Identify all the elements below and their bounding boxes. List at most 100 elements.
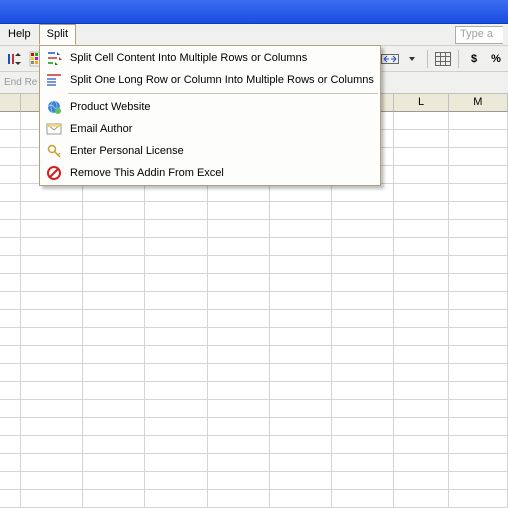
cell[interactable] [83, 436, 145, 454]
cell[interactable] [83, 274, 145, 292]
cell[interactable] [208, 382, 270, 400]
cell[interactable] [449, 346, 508, 364]
cell[interactable] [332, 400, 394, 418]
cell[interactable] [208, 472, 270, 490]
cell[interactable] [0, 256, 21, 274]
cell[interactable] [83, 454, 145, 472]
cell[interactable] [332, 220, 394, 238]
dropdown-arrow-icon[interactable] [402, 49, 422, 69]
cell[interactable] [0, 130, 21, 148]
cell[interactable] [145, 238, 207, 256]
cell[interactable] [83, 400, 145, 418]
cell[interactable] [270, 418, 332, 436]
cell[interactable] [208, 274, 270, 292]
cell[interactable] [270, 454, 332, 472]
cell[interactable] [270, 274, 332, 292]
cell[interactable] [270, 310, 332, 328]
cell[interactable] [21, 490, 83, 508]
cell[interactable] [145, 184, 207, 202]
merge-center-icon[interactable] [380, 49, 400, 69]
cell[interactable] [332, 472, 394, 490]
cell[interactable] [83, 310, 145, 328]
cell[interactable] [394, 166, 448, 184]
cell[interactable] [270, 256, 332, 274]
cell[interactable] [208, 364, 270, 382]
cell[interactable] [394, 310, 448, 328]
cell[interactable] [449, 364, 508, 382]
cell[interactable] [21, 328, 83, 346]
cell[interactable] [83, 184, 145, 202]
cell[interactable] [394, 220, 448, 238]
cell[interactable] [332, 202, 394, 220]
cell[interactable] [394, 454, 448, 472]
cell[interactable] [394, 382, 448, 400]
cell[interactable] [394, 202, 448, 220]
help-search-input[interactable]: Type a [455, 26, 503, 44]
cell[interactable] [332, 364, 394, 382]
cell[interactable] [21, 472, 83, 490]
cell[interactable] [0, 472, 21, 490]
cell[interactable] [0, 220, 21, 238]
cell[interactable] [0, 238, 21, 256]
cell[interactable] [394, 184, 448, 202]
cell[interactable] [208, 238, 270, 256]
cell[interactable] [145, 418, 207, 436]
cell[interactable] [83, 418, 145, 436]
cell[interactable] [208, 220, 270, 238]
cell[interactable] [83, 256, 145, 274]
cell[interactable] [394, 436, 448, 454]
cell[interactable] [0, 346, 21, 364]
cell[interactable] [208, 454, 270, 472]
cell[interactable] [332, 310, 394, 328]
cell[interactable] [270, 292, 332, 310]
cell[interactable] [394, 472, 448, 490]
cell[interactable] [394, 328, 448, 346]
cell[interactable] [83, 220, 145, 238]
cell[interactable] [145, 202, 207, 220]
cell[interactable] [449, 490, 508, 508]
cell[interactable] [270, 364, 332, 382]
cell[interactable] [145, 454, 207, 472]
cell[interactable] [208, 310, 270, 328]
menu-item-split-cell-content[interactable]: Split Cell Content Into Multiple Rows or… [40, 47, 380, 69]
cell[interactable] [208, 202, 270, 220]
cell[interactable] [21, 184, 83, 202]
cell[interactable] [332, 292, 394, 310]
grid-icon[interactable] [433, 49, 453, 69]
cell[interactable] [394, 256, 448, 274]
cell[interactable] [270, 202, 332, 220]
cell[interactable] [208, 256, 270, 274]
cell[interactable] [21, 454, 83, 472]
cell[interactable] [0, 418, 21, 436]
cell[interactable] [449, 220, 508, 238]
menu-item-email-author[interactable]: Email Author [40, 118, 380, 140]
cell[interactable] [449, 310, 508, 328]
cell[interactable] [145, 436, 207, 454]
menu-help[interactable]: Help [0, 24, 39, 45]
cell[interactable] [449, 454, 508, 472]
cell[interactable] [83, 238, 145, 256]
cell[interactable] [394, 418, 448, 436]
cell[interactable] [270, 220, 332, 238]
cell[interactable] [145, 364, 207, 382]
cell[interactable] [394, 274, 448, 292]
cell[interactable] [145, 490, 207, 508]
cell[interactable] [0, 454, 21, 472]
cell[interactable] [0, 364, 21, 382]
cell[interactable] [0, 310, 21, 328]
cell[interactable] [21, 400, 83, 418]
cell[interactable] [83, 382, 145, 400]
cell[interactable] [145, 346, 207, 364]
cell[interactable] [208, 490, 270, 508]
cell[interactable] [332, 382, 394, 400]
cell[interactable] [21, 238, 83, 256]
cell[interactable] [83, 490, 145, 508]
cell[interactable] [270, 184, 332, 202]
cell[interactable] [0, 292, 21, 310]
cell[interactable] [394, 238, 448, 256]
cell[interactable] [83, 472, 145, 490]
cell[interactable] [449, 112, 508, 130]
cell[interactable] [21, 346, 83, 364]
cell[interactable] [449, 328, 508, 346]
cell[interactable] [0, 490, 21, 508]
